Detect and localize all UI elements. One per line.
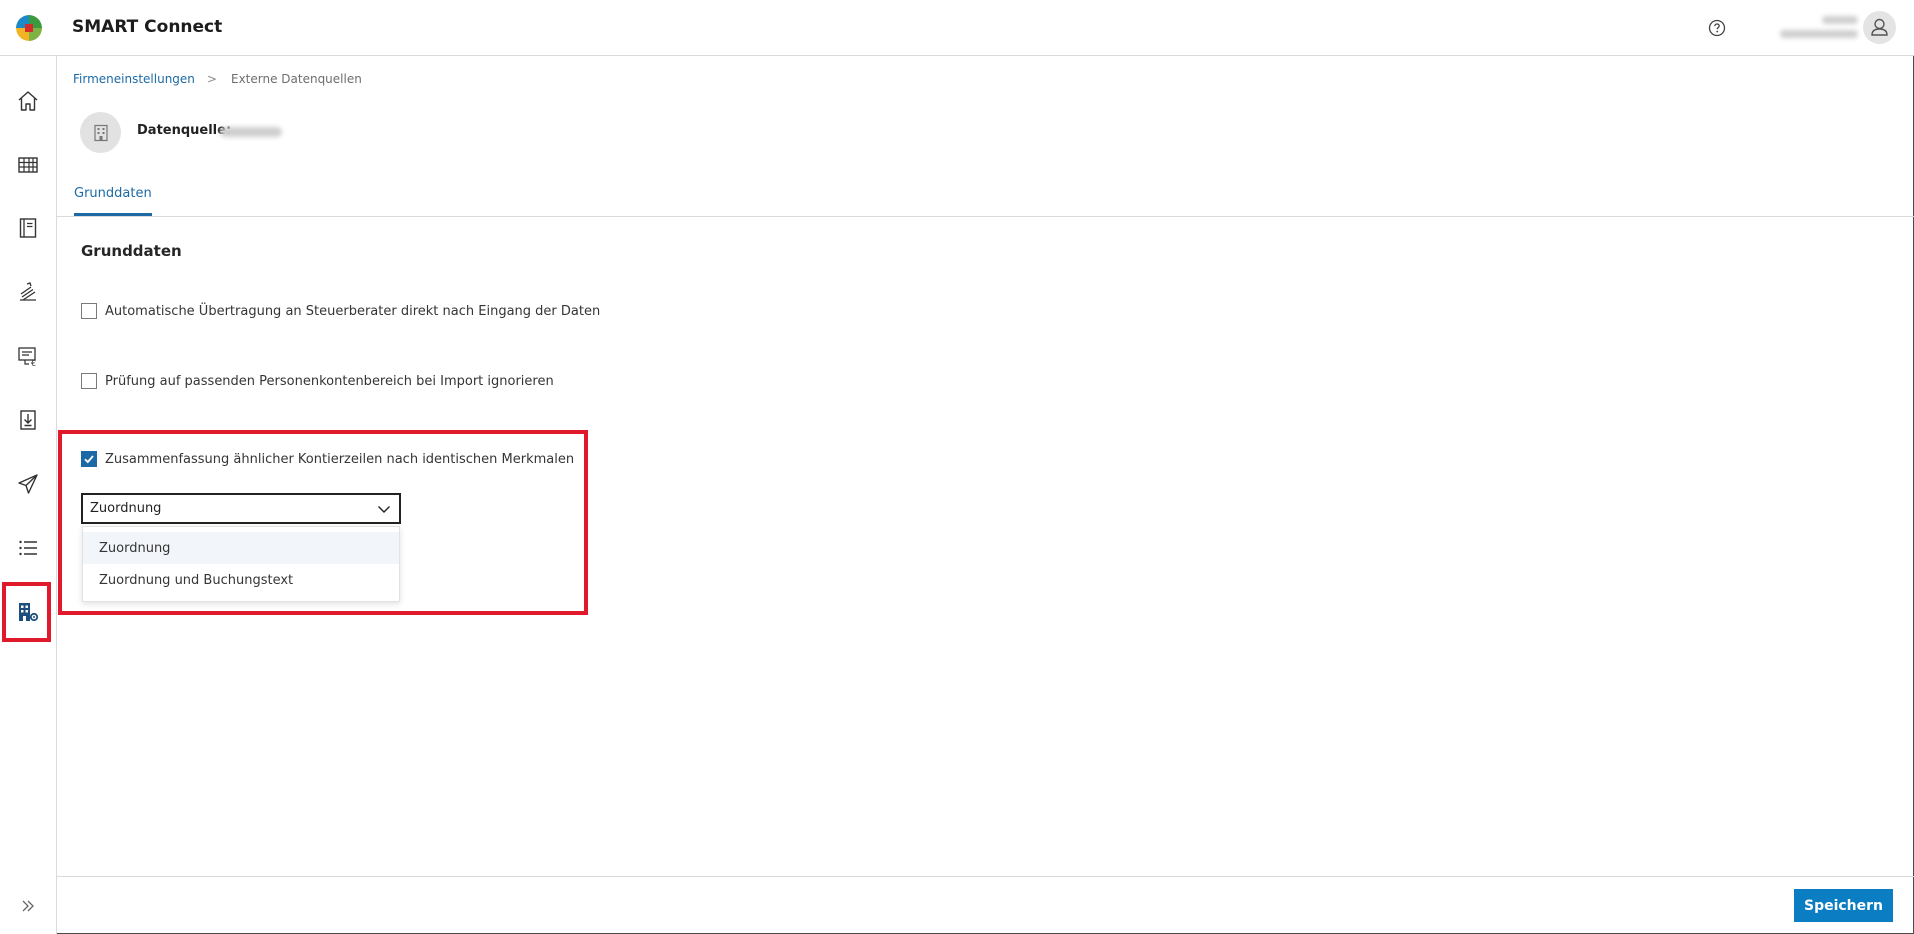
sidebar-item-journal[interactable] bbox=[8, 208, 48, 248]
home-icon bbox=[18, 91, 38, 111]
breadcrumb: Firmeneinstellungen > Externe Datenquell… bbox=[73, 72, 362, 86]
list-icon bbox=[19, 540, 37, 556]
document-stack-icon bbox=[20, 282, 36, 301]
highlight-box bbox=[58, 430, 588, 615]
double-chevron-right-icon bbox=[22, 900, 34, 912]
building-icon bbox=[80, 112, 121, 153]
sidebar: € bbox=[0, 56, 57, 934]
journal-icon bbox=[19, 218, 37, 238]
breadcrumb-current: Externe Datenquellen bbox=[230, 72, 362, 86]
datasource-name-redacted bbox=[220, 127, 282, 137]
breadcrumb-parent-link[interactable]: Firmeneinstellungen bbox=[73, 72, 195, 86]
option-label: Automatische Übertragung an Steuerberate… bbox=[105, 303, 601, 319]
sidebar-item-invoices[interactable]: € bbox=[8, 336, 48, 376]
checkbox-ignore-account-check[interactable] bbox=[81, 373, 97, 389]
tab-grunddaten[interactable]: Grunddaten bbox=[74, 186, 152, 201]
save-button[interactable]: Speichern bbox=[1794, 889, 1893, 922]
datasource-label: Datenquelle: bbox=[137, 123, 232, 138]
table-icon bbox=[18, 157, 38, 173]
sidebar-item-documents[interactable] bbox=[8, 272, 48, 312]
help-circle-icon[interactable] bbox=[1708, 19, 1726, 37]
svg-text:€: € bbox=[31, 359, 36, 368]
avatar[interactable] bbox=[1863, 11, 1896, 44]
invoice-euro-icon: € bbox=[18, 347, 36, 368]
sidebar-item-table[interactable] bbox=[8, 145, 48, 185]
app-title: SMART Connect bbox=[72, 17, 223, 37]
download-icon bbox=[20, 410, 36, 430]
sidebar-item-import[interactable] bbox=[8, 400, 48, 440]
option-auto-transfer[interactable]: Automatische Übertragung an Steuerberate… bbox=[81, 303, 600, 319]
sidebar-expand-button[interactable] bbox=[14, 892, 42, 920]
section-title: Grunddaten bbox=[81, 242, 182, 260]
footer-divider bbox=[57, 876, 1914, 877]
user-info[interactable] bbox=[1776, 10, 1862, 44]
sidebar-item-list[interactable] bbox=[8, 528, 48, 568]
app-header: SMART Connect bbox=[0, 0, 1914, 56]
active-nav-highlight bbox=[2, 582, 51, 642]
option-label: Prüfung auf passenden Personenkontenbere… bbox=[105, 373, 554, 389]
app-logo-icon[interactable] bbox=[16, 15, 42, 41]
checkbox-auto-transfer[interactable] bbox=[81, 303, 97, 319]
option-ignore-account-check[interactable]: Prüfung auf passenden Personenkontenbere… bbox=[81, 373, 554, 389]
breadcrumb-separator: > bbox=[206, 72, 217, 86]
tab-divider bbox=[57, 216, 1914, 217]
sidebar-item-home[interactable] bbox=[8, 81, 48, 121]
send-icon bbox=[18, 474, 38, 494]
sidebar-item-send[interactable] bbox=[8, 464, 48, 504]
user-icon bbox=[1871, 18, 1888, 36]
